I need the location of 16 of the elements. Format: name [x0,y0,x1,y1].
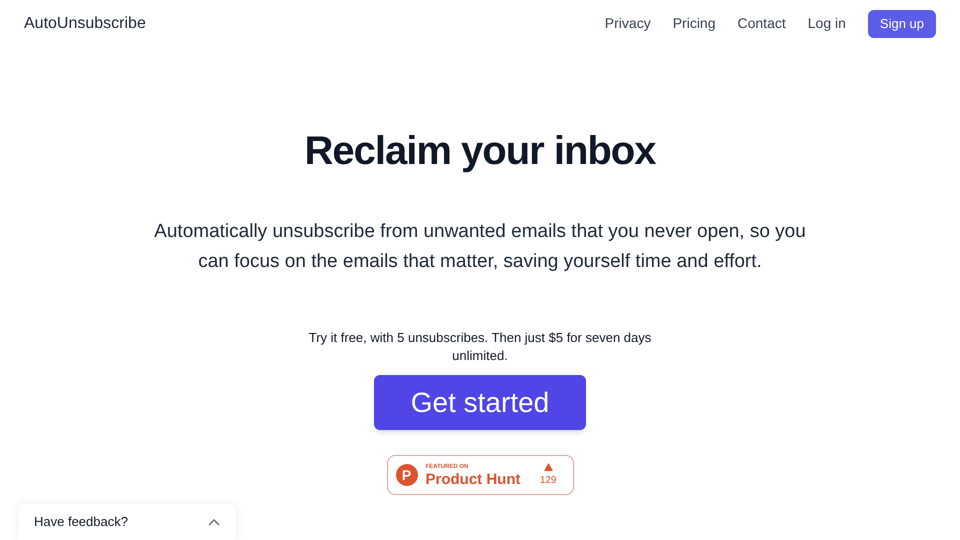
nav-link[interactable]: Contact [738,13,786,34]
brand-name[interactable]: AutoUnsubscribe [24,12,146,36]
sign-up-button[interactable]: Sign up [868,10,936,38]
nav-link[interactable]: Pricing [672,13,716,34]
badge-title: Product Hunt [426,472,520,486]
nav-link[interactable]: Privacy [604,13,651,34]
upvote-icon [544,462,553,470]
product-hunt-logo: P [396,464,418,486]
pricing-note: Try it free, with 5 unsubscribes. Then just $5 for seven days unlimited. [308,329,652,365]
feedback-widget[interactable]: Have feedback? [18,504,236,540]
hero-title: Reclaim your inbox [304,128,656,175]
vote-count: 129 [540,474,556,488]
feedback-label: Have feedback? [34,513,128,532]
nav-link[interactable]: Log in [808,13,846,34]
hero-subtitle: Automatically unsubscribe from unwanted emails that you never open, so you can focus on the emails that matter, saving yourself time and effort. [153,220,807,274]
get-started-button[interactable]: Get started [374,375,586,430]
